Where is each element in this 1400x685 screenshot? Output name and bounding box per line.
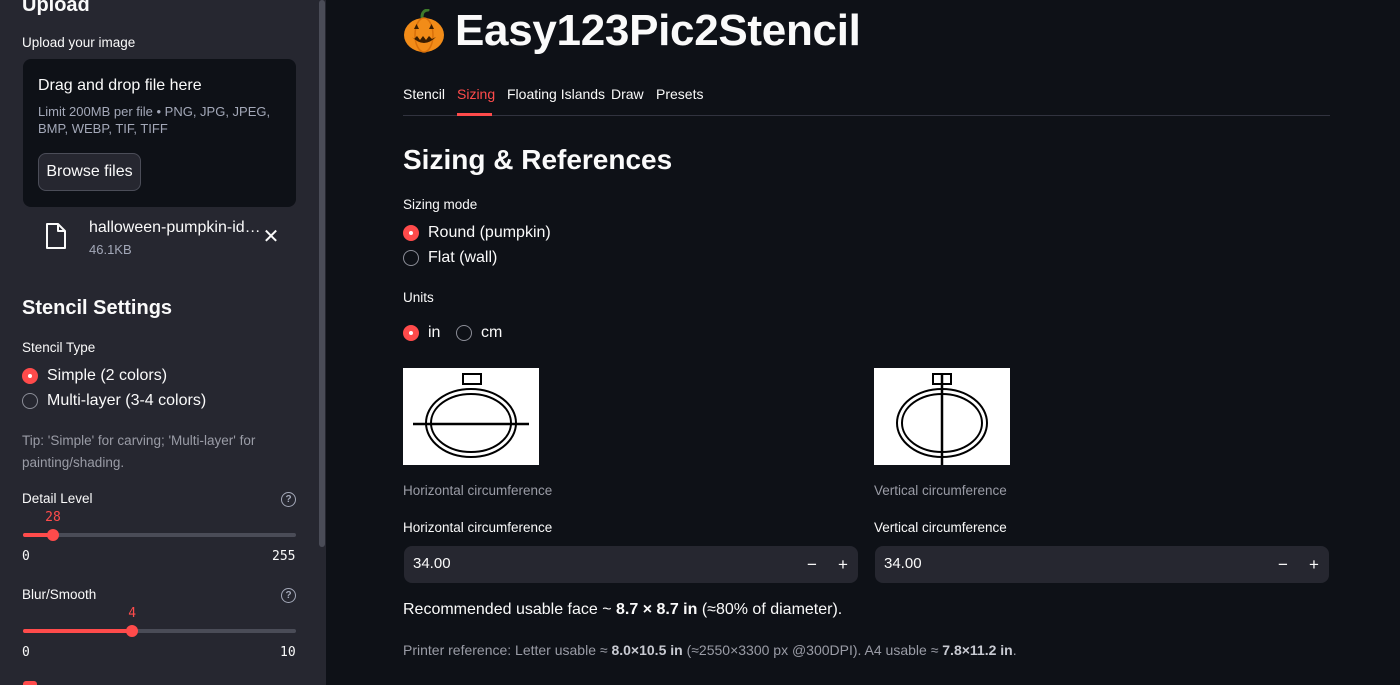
- tab-sizing[interactable]: Sizing: [457, 86, 495, 102]
- horizontal-caption: Horizontal circumference: [403, 483, 553, 498]
- tab-floating-islands[interactable]: Floating Islands: [507, 86, 605, 102]
- detail-level-slider[interactable]: 28: [23, 510, 296, 541]
- detail-level-label: Detail Level: [22, 491, 93, 506]
- radio-stencil-multilayer[interactable]: Multi-layer (3-4 colors): [22, 392, 206, 410]
- radio-label: Round (pumpkin): [428, 224, 551, 241]
- radio-label: Multi-layer (3-4 colors): [47, 392, 207, 409]
- radio-label: Flat (wall): [428, 249, 498, 266]
- letter-size: 8.0×10.5 in: [611, 642, 683, 658]
- vertical-circumference-diagram: [874, 368, 1010, 465]
- slider-value: 28: [45, 510, 61, 525]
- horizontal-circumference-input[interactable]: 34.00 − +: [404, 546, 858, 583]
- radio-button[interactable]: [403, 225, 419, 241]
- slider-thumb[interactable]: [126, 625, 139, 637]
- radio-button[interactable]: [456, 325, 472, 341]
- browse-files-button[interactable]: Browse files: [38, 153, 141, 191]
- checkbox[interactable]: [23, 681, 37, 685]
- radio-button[interactable]: [403, 325, 419, 341]
- decrement-button[interactable]: −: [1268, 546, 1298, 583]
- radio-units-in[interactable]: in: [403, 324, 440, 342]
- tab-draw[interactable]: Draw: [611, 86, 644, 102]
- sidebar: Upload Upload your image Drag and drop f…: [0, 0, 326, 685]
- main-content: Easy123Pic2Stencil Stencil Sizing Floati…: [326, 0, 1400, 685]
- radio-button[interactable]: [22, 368, 38, 384]
- input-value[interactable]: 34.00: [413, 555, 451, 572]
- increment-button[interactable]: +: [1299, 546, 1329, 583]
- slider-max: 255: [272, 549, 296, 564]
- jack-o-lantern-icon: [404, 9, 444, 53]
- upload-header: Upload: [22, 0, 90, 16]
- recommended-face-text: Recommended usable face ~ 8.7 × 8.7 in (…: [403, 601, 842, 619]
- stencil-type-label: Stencil Type: [22, 340, 96, 355]
- upload-label: Upload your image: [22, 35, 136, 50]
- slider-value: 4: [128, 606, 137, 621]
- printer-reference-text: Printer reference: Letter usable ≈ 8.0×1…: [403, 642, 1017, 658]
- file-dropzone[interactable]: Drag and drop file here Limit 200MB per …: [23, 59, 296, 207]
- printer-middle: (≈2550×3300 px @300DPI). A4 usable ≈: [682, 642, 943, 658]
- dropzone-hint: Limit 200MB per file • PNG, JPG, JPEG, B…: [38, 104, 271, 136]
- radio-button[interactable]: [22, 393, 38, 409]
- file-icon: [46, 223, 66, 249]
- input-value[interactable]: 34.00: [884, 555, 922, 572]
- dropzone-title: Drag and drop file here: [38, 77, 202, 94]
- decrement-button[interactable]: −: [797, 546, 827, 583]
- uploaded-file-name: halloween-pumpkin-ideas.jpg: [89, 219, 263, 236]
- recommended-size: 8.7 × 8.7 in: [616, 601, 698, 618]
- radio-label: cm: [481, 324, 503, 341]
- slider-min: 0: [22, 645, 30, 660]
- minus-icon: −: [1278, 554, 1288, 574]
- app-window: Upload Upload your image Drag and drop f…: [0, 0, 1400, 685]
- printer-prefix: Printer reference: Letter usable ≈: [403, 642, 612, 658]
- radio-stencil-simple[interactable]: Simple (2 colors): [22, 367, 167, 385]
- radio-sizing-round[interactable]: Round (pumpkin): [403, 224, 551, 242]
- help-icon[interactable]: ?: [281, 588, 296, 603]
- radio-label: in: [428, 324, 441, 341]
- slider-thumb[interactable]: [46, 529, 59, 541]
- increment-button[interactable]: +: [828, 546, 858, 583]
- units-label: Units: [403, 290, 434, 305]
- tab-stencil[interactable]: Stencil: [403, 86, 445, 102]
- uploaded-file-size: 46.1KB: [89, 242, 132, 257]
- tab-presets[interactable]: Presets: [656, 86, 703, 102]
- section-title: Sizing & References: [403, 144, 673, 175]
- active-tab-indicator: [457, 113, 492, 116]
- stencil-settings-header: Stencil Settings: [22, 297, 173, 319]
- sidebar-scrollbar[interactable]: [319, 0, 325, 547]
- remove-file-button[interactable]: ✕: [262, 227, 280, 247]
- horizontal-input-label: Horizontal circumference: [403, 520, 553, 535]
- printer-suffix: .: [1012, 642, 1017, 658]
- vertical-circumference-input[interactable]: 34.00 − +: [875, 546, 1329, 583]
- recommended-suffix: (≈80% of diameter).: [697, 601, 843, 618]
- tab-bar: Stencil Sizing Floating Islands Draw Pre…: [403, 80, 1330, 116]
- blur-smooth-slider[interactable]: 4: [23, 606, 296, 637]
- slider-max: 10: [280, 645, 296, 660]
- slider-fill: [23, 629, 133, 633]
- blur-smooth-label: Blur/Smooth: [22, 587, 97, 602]
- radio-button[interactable]: [403, 250, 419, 266]
- plus-icon: +: [1309, 554, 1319, 574]
- vertical-input-label: Vertical circumference: [874, 520, 1007, 535]
- close-icon: ✕: [262, 226, 280, 248]
- app-title: Easy123Pic2Stencil: [455, 6, 861, 55]
- stencil-tip: Tip: 'Simple' for carving; 'Multi-layer'…: [22, 433, 256, 470]
- page-header: Easy123Pic2Stencil: [403, 6, 861, 56]
- radio-sizing-flat[interactable]: Flat (wall): [403, 249, 497, 267]
- sizing-mode-label: Sizing mode: [403, 197, 478, 212]
- horizontal-circumference-diagram: [403, 368, 539, 465]
- plus-icon: +: [838, 554, 848, 574]
- vertical-caption: Vertical circumference: [874, 483, 1007, 498]
- slider-min: 0: [22, 549, 30, 564]
- recommended-prefix: Recommended usable face ~: [403, 601, 617, 618]
- radio-units-cm[interactable]: cm: [456, 324, 502, 342]
- a4-size: 7.8×11.2 in: [942, 642, 1013, 658]
- minus-icon: −: [807, 554, 817, 574]
- help-icon[interactable]: ?: [281, 492, 296, 507]
- radio-label: Simple (2 colors): [47, 367, 168, 384]
